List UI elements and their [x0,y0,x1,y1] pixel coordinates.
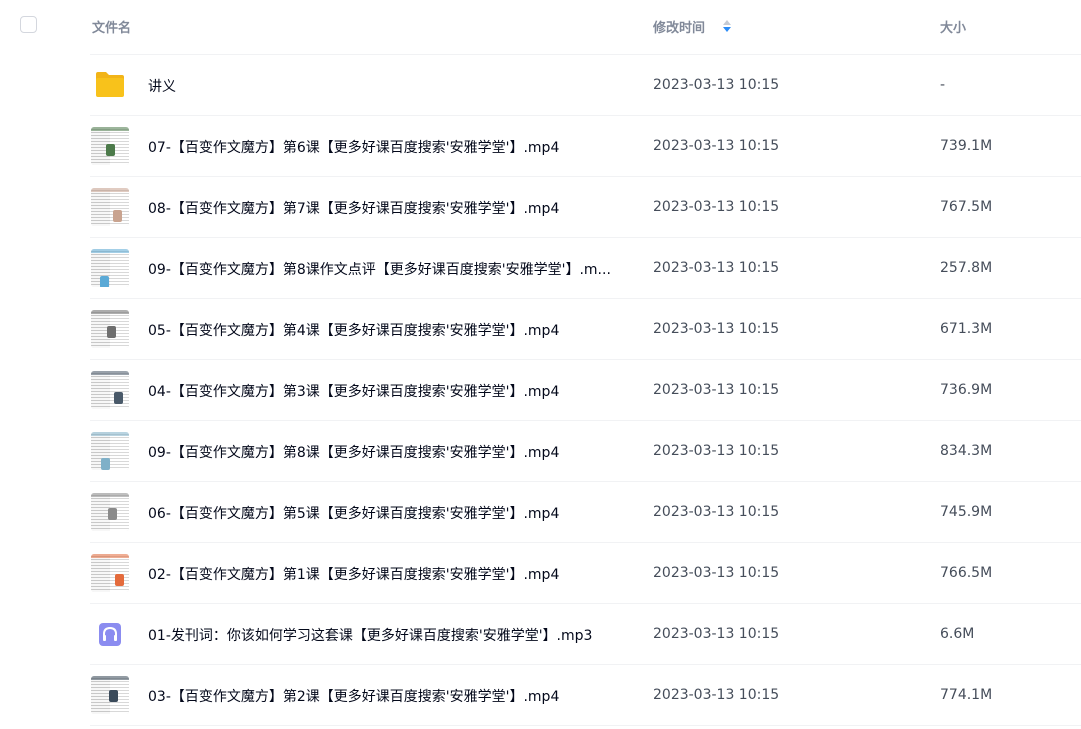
file-name[interactable]: 02-【百变作文魔方】第1课【更多好课百度搜索'安雅学堂'】.mp4 [148,564,559,584]
column-header-size[interactable]: 大小 [940,17,966,36]
file-modified-time: 2023-03-13 10:15 [653,504,780,520]
file-row[interactable]: 讲义 2023-03-13 10:15 - [90,55,1081,116]
file-list: 讲义 2023-03-13 10:15 - 07-【百变作文魔方】第6课【更多好课百度… [0,55,1081,726]
file-modified-time: 2023-03-13 10:15 [653,443,780,459]
video-thumbnail [91,493,129,531]
video-thumbnail [91,676,129,714]
file-list-page: 文件名 修改时间 大小 讲义 2023-03-13 10:15 - 07-【百变作文魔… [0,0,1081,729]
audio-file-icon [91,615,129,653]
file-row[interactable]: 02-【百变作文魔方】第1课【更多好课百度搜索'安雅学堂'】.mp4 2023-0… [90,543,1081,604]
column-header-time[interactable]: 修改时间 [653,17,705,36]
file-name[interactable]: 09-【百变作文魔方】第8课【更多好课百度搜索'安雅学堂'】.mp4 [148,442,559,462]
video-thumbnail [91,188,129,226]
file-row[interactable]: 08-【百变作文魔方】第7课【更多好课百度搜索'安雅学堂'】.mp4 2023-0… [90,177,1081,238]
file-size: 834.3M [940,443,993,459]
file-modified-time: 2023-03-13 10:15 [653,565,780,581]
file-row[interactable]: 07-【百变作文魔方】第6课【更多好课百度搜索'安雅学堂'】.mp4 2023-0… [90,116,1081,177]
file-name[interactable]: 07-【百变作文魔方】第6课【更多好课百度搜索'安雅学堂'】.mp4 [148,137,559,157]
file-modified-time: 2023-03-13 10:15 [653,626,780,642]
file-size: 745.9M [940,504,993,520]
video-thumbnail [91,127,129,165]
file-name[interactable]: 04-【百变作文魔方】第3课【更多好课百度搜索'安雅学堂'】.mp4 [148,381,559,401]
file-name[interactable]: 06-【百变作文魔方】第5课【更多好课百度搜索'安雅学堂'】.mp4 [148,503,559,523]
folder-icon [91,66,129,104]
file-modified-time: 2023-03-13 10:15 [653,382,780,398]
file-name[interactable]: 讲义 [148,76,176,96]
column-header-name[interactable]: 文件名 [92,17,131,36]
video-thumbnail [91,554,129,592]
file-modified-time: 2023-03-13 10:15 [653,260,780,276]
sort-icon[interactable] [722,19,732,33]
video-thumbnail [91,432,129,470]
file-size: - [940,77,946,93]
file-row[interactable]: 06-【百变作文魔方】第5课【更多好课百度搜索'安雅学堂'】.mp4 2023-0… [90,482,1081,543]
file-row[interactable]: 04-【百变作文魔方】第3课【更多好课百度搜索'安雅学堂'】.mp4 2023-0… [90,360,1081,421]
file-modified-time: 2023-03-13 10:15 [653,77,780,93]
file-list-header: 文件名 修改时间 大小 [0,0,1081,54]
file-modified-time: 2023-03-13 10:15 [653,687,780,703]
file-row[interactable]: 09-【百变作文魔方】第8课作文点评【更多好课百度搜索'安雅学堂'】.m... 2… [90,238,1081,299]
file-size: 6.6M [940,626,975,642]
file-size: 767.5M [940,199,993,215]
file-row[interactable]: 09-【百变作文魔方】第8课【更多好课百度搜索'安雅学堂'】.mp4 2023-0… [90,421,1081,482]
file-modified-time: 2023-03-13 10:15 [653,199,780,215]
video-thumbnail [91,371,129,409]
file-size: 736.9M [940,382,993,398]
file-modified-time: 2023-03-13 10:15 [653,138,780,154]
file-modified-time: 2023-03-13 10:15 [653,321,780,337]
file-name[interactable]: 09-【百变作文魔方】第8课作文点评【更多好课百度搜索'安雅学堂'】.m... [148,259,611,279]
file-name[interactable]: 05-【百变作文魔方】第4课【更多好课百度搜索'安雅学堂'】.mp4 [148,320,559,340]
file-name[interactable]: 08-【百变作文魔方】第7课【更多好课百度搜索'安雅学堂'】.mp4 [148,198,559,218]
video-thumbnail [91,310,129,348]
file-size: 257.8M [940,260,993,276]
file-size: 774.1M [940,687,993,703]
file-size: 739.1M [940,138,993,154]
video-thumbnail [91,249,129,287]
file-row[interactable]: 01-发刊词：你该如何学习这套课【更多好课百度搜索'安雅学堂'】.mp3 2023… [90,604,1081,665]
file-size: 766.5M [940,565,993,581]
file-name[interactable]: 01-发刊词：你该如何学习这套课【更多好课百度搜索'安雅学堂'】.mp3 [148,625,592,645]
file-row[interactable]: 03-【百变作文魔方】第2课【更多好课百度搜索'安雅学堂'】.mp4 2023-0… [90,665,1081,726]
file-row[interactable]: 05-【百变作文魔方】第4课【更多好课百度搜索'安雅学堂'】.mp4 2023-0… [90,299,1081,360]
file-name[interactable]: 03-【百变作文魔方】第2课【更多好课百度搜索'安雅学堂'】.mp4 [148,686,559,706]
file-size: 671.3M [940,321,993,337]
